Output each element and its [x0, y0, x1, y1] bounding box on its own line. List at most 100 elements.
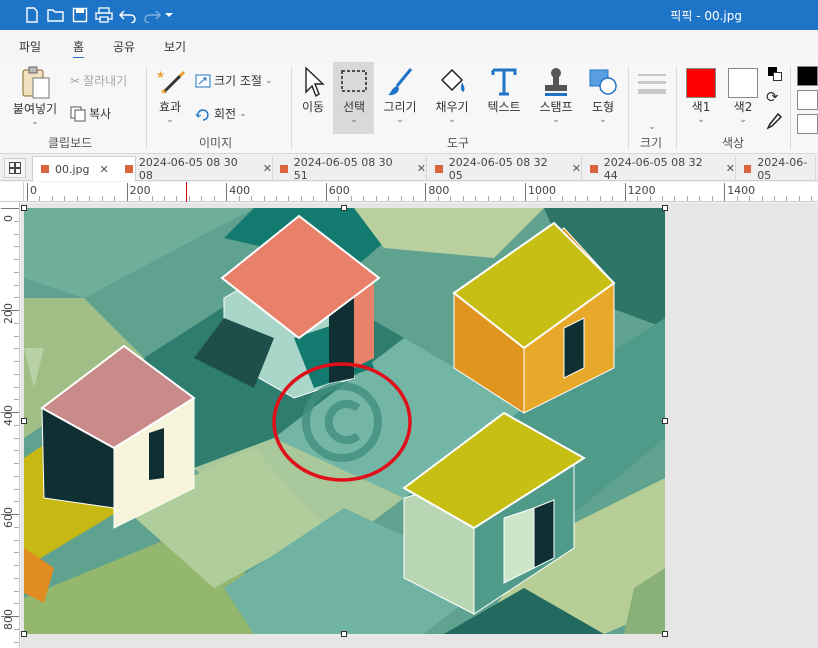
customize-dropdown-icon[interactable] [162, 6, 176, 24]
image-file-icon [280, 164, 288, 173]
menu-home[interactable]: 홈 [73, 38, 85, 59]
chevron-down-icon: ⌄ [599, 115, 607, 125]
print-icon[interactable] [94, 6, 114, 24]
rotate-button[interactable]: 회전 ⌄ [195, 105, 247, 122]
image-canvas[interactable] [24, 208, 665, 634]
menu-share[interactable]: 공유 [113, 38, 135, 55]
chevron-down-icon: ⌄ [448, 115, 456, 125]
close-tab-icon[interactable]: ✕ [100, 163, 109, 176]
ruler-tick [462, 196, 464, 201]
save-icon[interactable] [70, 6, 90, 24]
divider [676, 66, 677, 150]
horizontal-ruler: 0 200 400 600 800 1000 1200 1400 [24, 182, 818, 202]
shape-tool-button[interactable]: 도형 ⌄ [584, 66, 622, 125]
resize-handle[interactable] [341, 631, 347, 637]
menu-file[interactable]: 파일 [19, 38, 41, 55]
close-tab-icon[interactable]: ✕ [572, 162, 581, 175]
effects-label: 효과 [158, 100, 182, 114]
ruler-tick [213, 196, 215, 201]
move-tool-button[interactable]: 이동 [296, 66, 330, 115]
ruler-tick [176, 196, 178, 201]
ruler-label: 800 [2, 609, 15, 630]
ruler-tick [14, 577, 19, 579]
ruler-tick [14, 259, 19, 260]
text-tool-button[interactable]: 텍스트 [484, 66, 524, 115]
palette-black[interactable] [797, 66, 818, 86]
divider [790, 66, 791, 150]
title-bar: 픽픽 - 00.jpg [0, 0, 818, 30]
image-group-label: 이미지 [199, 136, 233, 150]
resize-button[interactable]: 크기 조절 ⌄ [195, 72, 273, 89]
palette-white[interactable] [797, 90, 818, 110]
resize-label: 크기 조절 [214, 74, 262, 88]
undo-icon[interactable] [118, 6, 138, 24]
size-button[interactable] [634, 68, 670, 98]
ruler-tick [51, 196, 53, 201]
ruler-tick [188, 196, 190, 201]
ruler-tick [363, 196, 365, 201]
document-tab-bar: 00.jpg ✕ 2024-06-05 08 30 08 ✕ 2024-06-05 08… [0, 154, 818, 182]
ruler-tick [101, 196, 103, 201]
swap-colors-icon[interactable]: ⟳ [766, 88, 779, 106]
copy-button[interactable]: 복사 [70, 105, 111, 122]
resize-handle[interactable] [662, 631, 668, 637]
stamp-icon [545, 68, 567, 96]
ruler-tick [276, 196, 277, 201]
stamp-label: 스탬프 [539, 100, 573, 114]
close-tab-icon[interactable]: ✕ [263, 162, 272, 175]
image-file-icon [41, 165, 49, 173]
close-tab-icon[interactable]: ✕ [417, 162, 426, 175]
grid-view-icon[interactable] [4, 158, 26, 178]
menu-view[interactable]: 보기 [164, 38, 186, 55]
ruler-tick [263, 196, 265, 201]
close-tab-icon[interactable]: ✕ [726, 162, 735, 175]
document-tab[interactable]: 2024-06-05 08 30 51 ✕ [272, 156, 427, 182]
ruler-tick [14, 246, 19, 248]
document-tab[interactable]: 2024-06-05 [736, 156, 816, 182]
ruler-tick [375, 196, 377, 201]
redo-icon[interactable] [142, 6, 162, 24]
new-file-icon[interactable] [22, 6, 42, 24]
fill-tool-button[interactable]: 채우기 ⌄ [430, 66, 474, 125]
chevron-down-icon: ⌄ [648, 122, 656, 132]
default-colors-icon[interactable] [766, 66, 784, 84]
cut-button[interactable]: ✂ 잘라내기 [70, 72, 127, 89]
ruler-label: 200 [129, 184, 151, 197]
resize-handle[interactable] [21, 418, 27, 424]
document-tab[interactable]: 2024-06-05 08 32 05 ✕ [427, 156, 582, 182]
effects-button[interactable]: ★ ★ 효과 ⌄ [152, 66, 188, 125]
resize-handle[interactable] [662, 418, 668, 424]
colors-group-label: 색상 [722, 136, 745, 150]
resize-handle[interactable] [662, 205, 668, 211]
resize-handle[interactable] [341, 205, 347, 211]
ruler-tick [774, 196, 775, 201]
ruler-tick [14, 348, 19, 350]
eyedropper-icon[interactable] [766, 112, 783, 133]
color1-button[interactable]: 색1 ⌄ [684, 68, 718, 125]
chevron-down-icon: ⌄ [739, 115, 747, 125]
ruler-tick [151, 196, 153, 201]
document-tab[interactable]: 2024-06-05 08 30 08 ✕ [117, 156, 273, 182]
ruler-tick [27, 183, 28, 201]
chevron-down-icon: ⌄ [264, 75, 273, 86]
ruler-tick [14, 450, 19, 452]
color2-button[interactable]: 색2 ⌄ [726, 68, 760, 125]
draw-tool-button[interactable]: 그리기 ⌄ [380, 66, 420, 125]
resize-handle[interactable] [21, 205, 27, 211]
document-tab[interactable]: 2024-06-05 08 32 44 ✕ [582, 156, 736, 182]
image-file-icon [590, 164, 598, 173]
ruler-tick [14, 271, 19, 273]
ruler-label: 600 [328, 184, 350, 197]
ruler-tick [512, 196, 514, 201]
ruler-tick [487, 196, 489, 201]
paste-button[interactable]: 붙여넣기 ⌄ [8, 66, 62, 127]
open-folder-icon[interactable] [46, 6, 66, 24]
stamp-tool-button[interactable]: 스탬프 ⌄ [534, 66, 578, 125]
ruler-tick [14, 463, 19, 464]
ruler-tick [811, 196, 813, 201]
resize-handle[interactable] [21, 631, 27, 637]
ruler-label: 400 [229, 184, 251, 197]
select-tool-button[interactable]: 선택 ⌄ [335, 66, 373, 125]
palette-white[interactable] [797, 114, 818, 134]
ruler-tick [14, 552, 19, 554]
